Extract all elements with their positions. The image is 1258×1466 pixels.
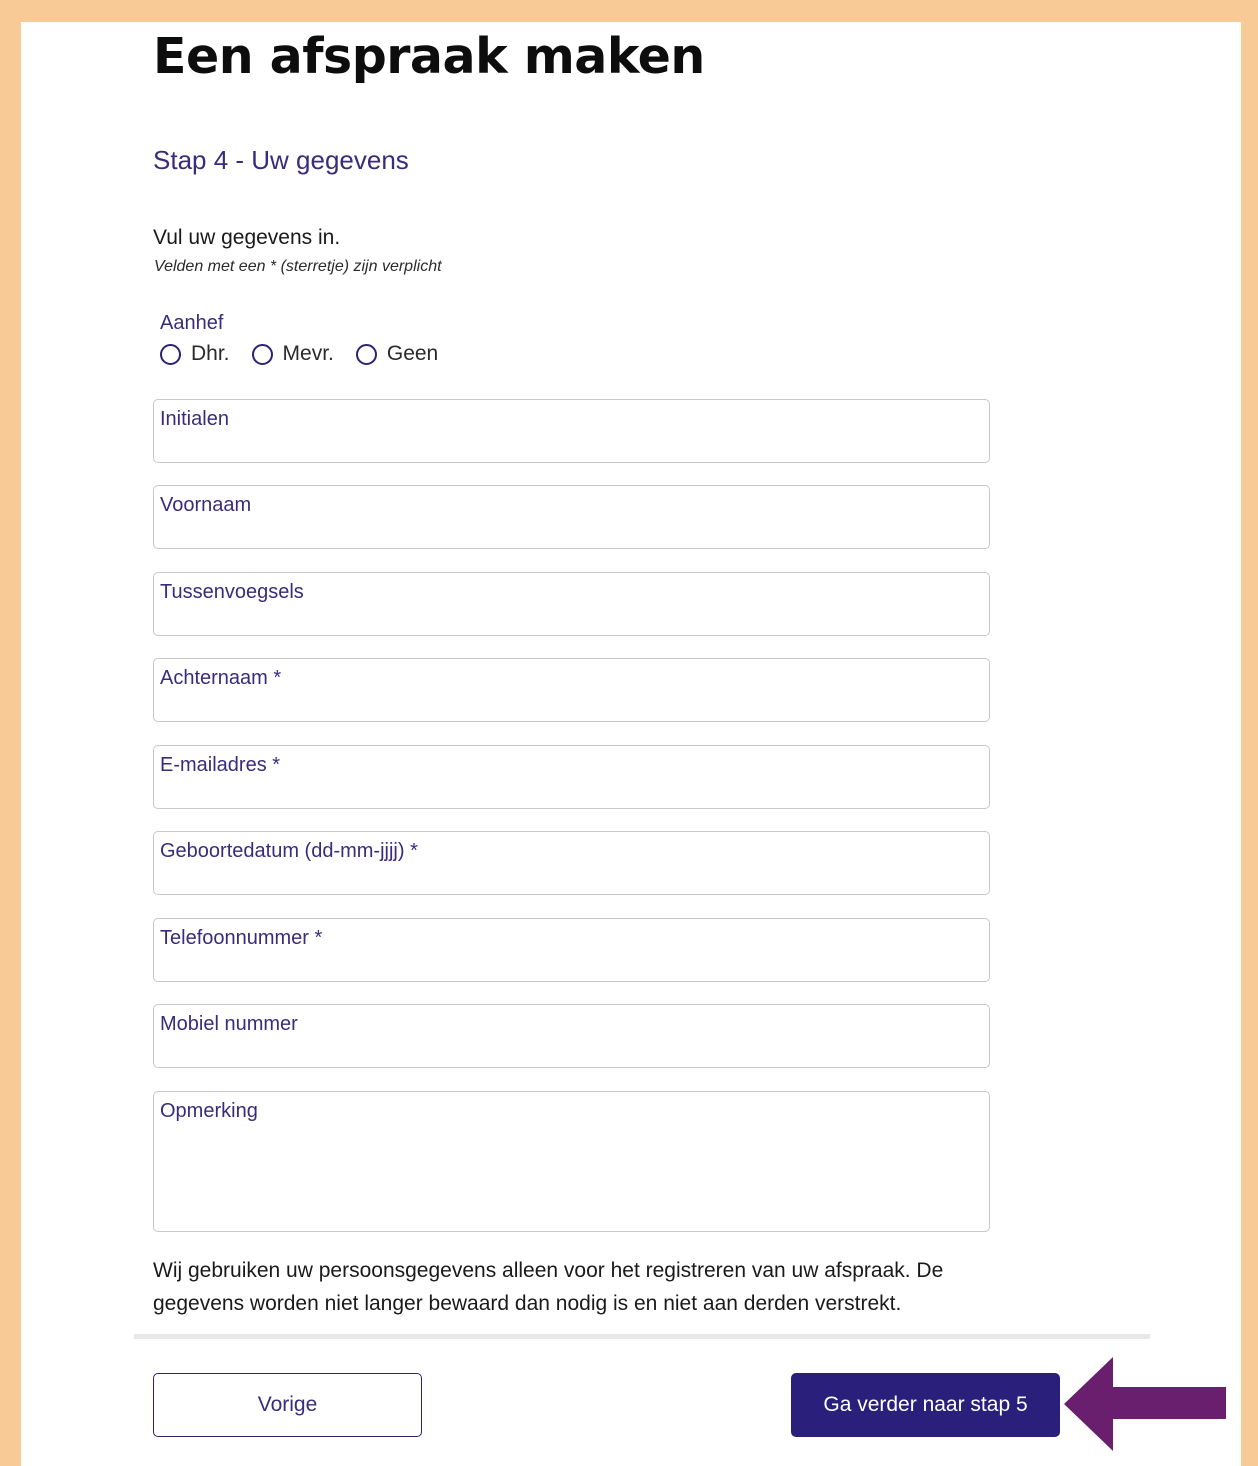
radio-button[interactable]: [251, 343, 273, 365]
radio-label: Dhr.: [191, 342, 230, 365]
email-field[interactable]: E-mailadres *: [153, 745, 990, 809]
radio-button[interactable]: [160, 343, 181, 365]
first-name-label: Voornaam: [160, 494, 252, 516]
phone-label: Telefoonnummer *: [160, 927, 323, 949]
salutation-option-dhr[interactable]: Dhr.: [160, 342, 230, 366]
mobile-label: Mobiel nummer: [160, 1013, 298, 1035]
infix-field[interactable]: Tussenvoegsels: [153, 572, 990, 636]
remark-label: Opmerking: [160, 1100, 258, 1122]
birthdate-label: Geboortedatum (dd-mm-jjjj) *: [160, 840, 418, 862]
infix-label: Tussenvoegsels: [160, 581, 304, 603]
arrow-left-icon: [1064, 1357, 1226, 1451]
birthdate-field[interactable]: Geboortedatum (dd-mm-jjjj) *: [153, 831, 990, 895]
mobile-field[interactable]: Mobiel nummer: [153, 1004, 990, 1068]
divider: [134, 1334, 1150, 1339]
privacy-notice: Wij gebruiken uw persoonsgegevens alleen…: [153, 1259, 944, 1315]
salutation-option-geen[interactable]: Geen: [355, 342, 439, 366]
last-name-field[interactable]: Achternaam *: [153, 658, 990, 722]
phone-field[interactable]: Telefoonnummer *: [153, 918, 990, 982]
step-title: Stap 4 - Uw gegevens: [153, 145, 409, 175]
page-title: Een afspraak maken: [153, 28, 705, 85]
radio-label: Geen: [386, 342, 439, 365]
salutation-radio-group: Dhr. Mevr. Geen: [160, 342, 460, 366]
first-name-field[interactable]: Voornaam: [153, 485, 990, 549]
initials-label: Initialen: [160, 408, 229, 430]
previous-button[interactable]: Vorige: [153, 1373, 422, 1437]
salutation-label: Aanhef: [160, 312, 224, 334]
radio-button[interactable]: [355, 343, 377, 365]
remark-textarea[interactable]: Opmerking: [153, 1091, 990, 1232]
next-step-button[interactable]: Ga verder naar stap 5: [791, 1373, 1060, 1437]
last-name-label: Achternaam *: [160, 667, 282, 689]
initials-field[interactable]: Initialen: [153, 399, 990, 463]
radio-label: Mevr.: [282, 342, 334, 365]
form-intro: Vul uw gegevens in.: [153, 226, 341, 249]
required-fields-note: Velden met een * (sterretje) zijn verpli…: [154, 258, 442, 275]
email-label: E-mailadres *: [160, 754, 281, 776]
salutation-option-mevr[interactable]: Mevr.: [251, 342, 334, 366]
